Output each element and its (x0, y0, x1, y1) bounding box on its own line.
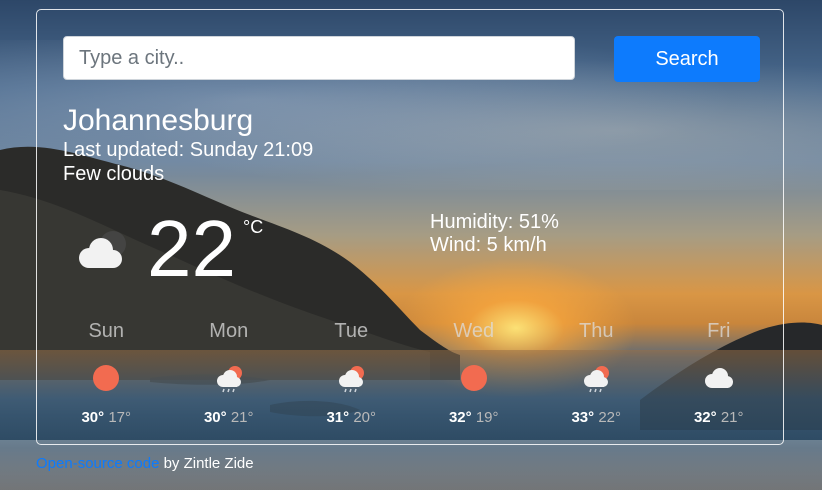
city-search-input[interactable] (63, 36, 575, 80)
city-name: Johannesburg (63, 104, 254, 137)
forecast-temps: 30° 21° (168, 409, 291, 426)
forecast-min: 19° (475, 409, 499, 426)
forecast-day: Fri 32° 21° (658, 318, 781, 428)
forecast-min: 21° (720, 409, 744, 426)
source-code-link[interactable]: Open-source code (36, 455, 159, 472)
weather-description: Few clouds (63, 163, 165, 185)
current-temperature: 22 (147, 204, 236, 293)
forecast-max: 30° (203, 409, 227, 426)
last-updated: Last updated: Sunday 21:09 (63, 139, 314, 161)
few-clouds-night-icon (79, 231, 126, 268)
footer: Open-source code by Zintle Zide (36, 455, 254, 472)
forecast-day: Tue 31° 20° (290, 318, 413, 428)
forecast-day-name: Thu (579, 320, 614, 342)
forecast-temps: 32° 21° (658, 409, 781, 426)
forecast: Sun 30° 17° Mon 30° 21° Tue 31° 20° Wed … (45, 318, 780, 428)
forecast-day-name: Wed (453, 320, 495, 342)
sun-rain-icon (216, 366, 242, 393)
forecast-day-name: Tue (334, 320, 369, 342)
forecast-day-name: Mon (209, 320, 249, 342)
forecast-temps: 30° 17° (45, 409, 168, 426)
humidity: Humidity: 51% (430, 211, 559, 233)
search-button[interactable]: Search (614, 36, 760, 82)
forecast-max: 32° (448, 409, 472, 426)
forecast-max: 31° (326, 409, 350, 426)
forecast-min: 21° (230, 409, 254, 426)
cloud-icon (704, 368, 733, 388)
forecast-day: Mon 30° 21° (168, 318, 291, 428)
forecast-day-name: Fri (707, 320, 731, 342)
sun-rain-icon (339, 366, 365, 393)
forecast-min: 22° (598, 409, 622, 426)
forecast-day-name: Sun (88, 320, 125, 342)
sun-icon (460, 365, 487, 391)
weather-card: Search Johannesburg Last updated: Sunday… (36, 9, 784, 445)
forecast-max: 30° (81, 409, 105, 426)
forecast-day: Sun 30° 17° (45, 318, 168, 428)
sun-rain-icon (584, 366, 610, 393)
forecast-temps: 33° 22° (535, 409, 658, 426)
wind-speed: Wind: 5 km/h (430, 234, 547, 256)
forecast-day: Wed 32° 19° (413, 318, 536, 428)
forecast-min: 17° (108, 409, 132, 426)
forecast-day: Thu 33° 22° (535, 318, 658, 428)
temperature-unit-celsius[interactable]: °C (243, 217, 263, 238)
author-credit: by Zintle Zide (159, 455, 254, 472)
sun-icon (93, 365, 120, 391)
forecast-max: 33° (571, 409, 595, 426)
forecast-temps: 32° 19° (413, 409, 536, 426)
forecast-temps: 31° 20° (290, 409, 413, 426)
forecast-min: 20° (353, 409, 377, 426)
forecast-max: 32° (693, 409, 717, 426)
